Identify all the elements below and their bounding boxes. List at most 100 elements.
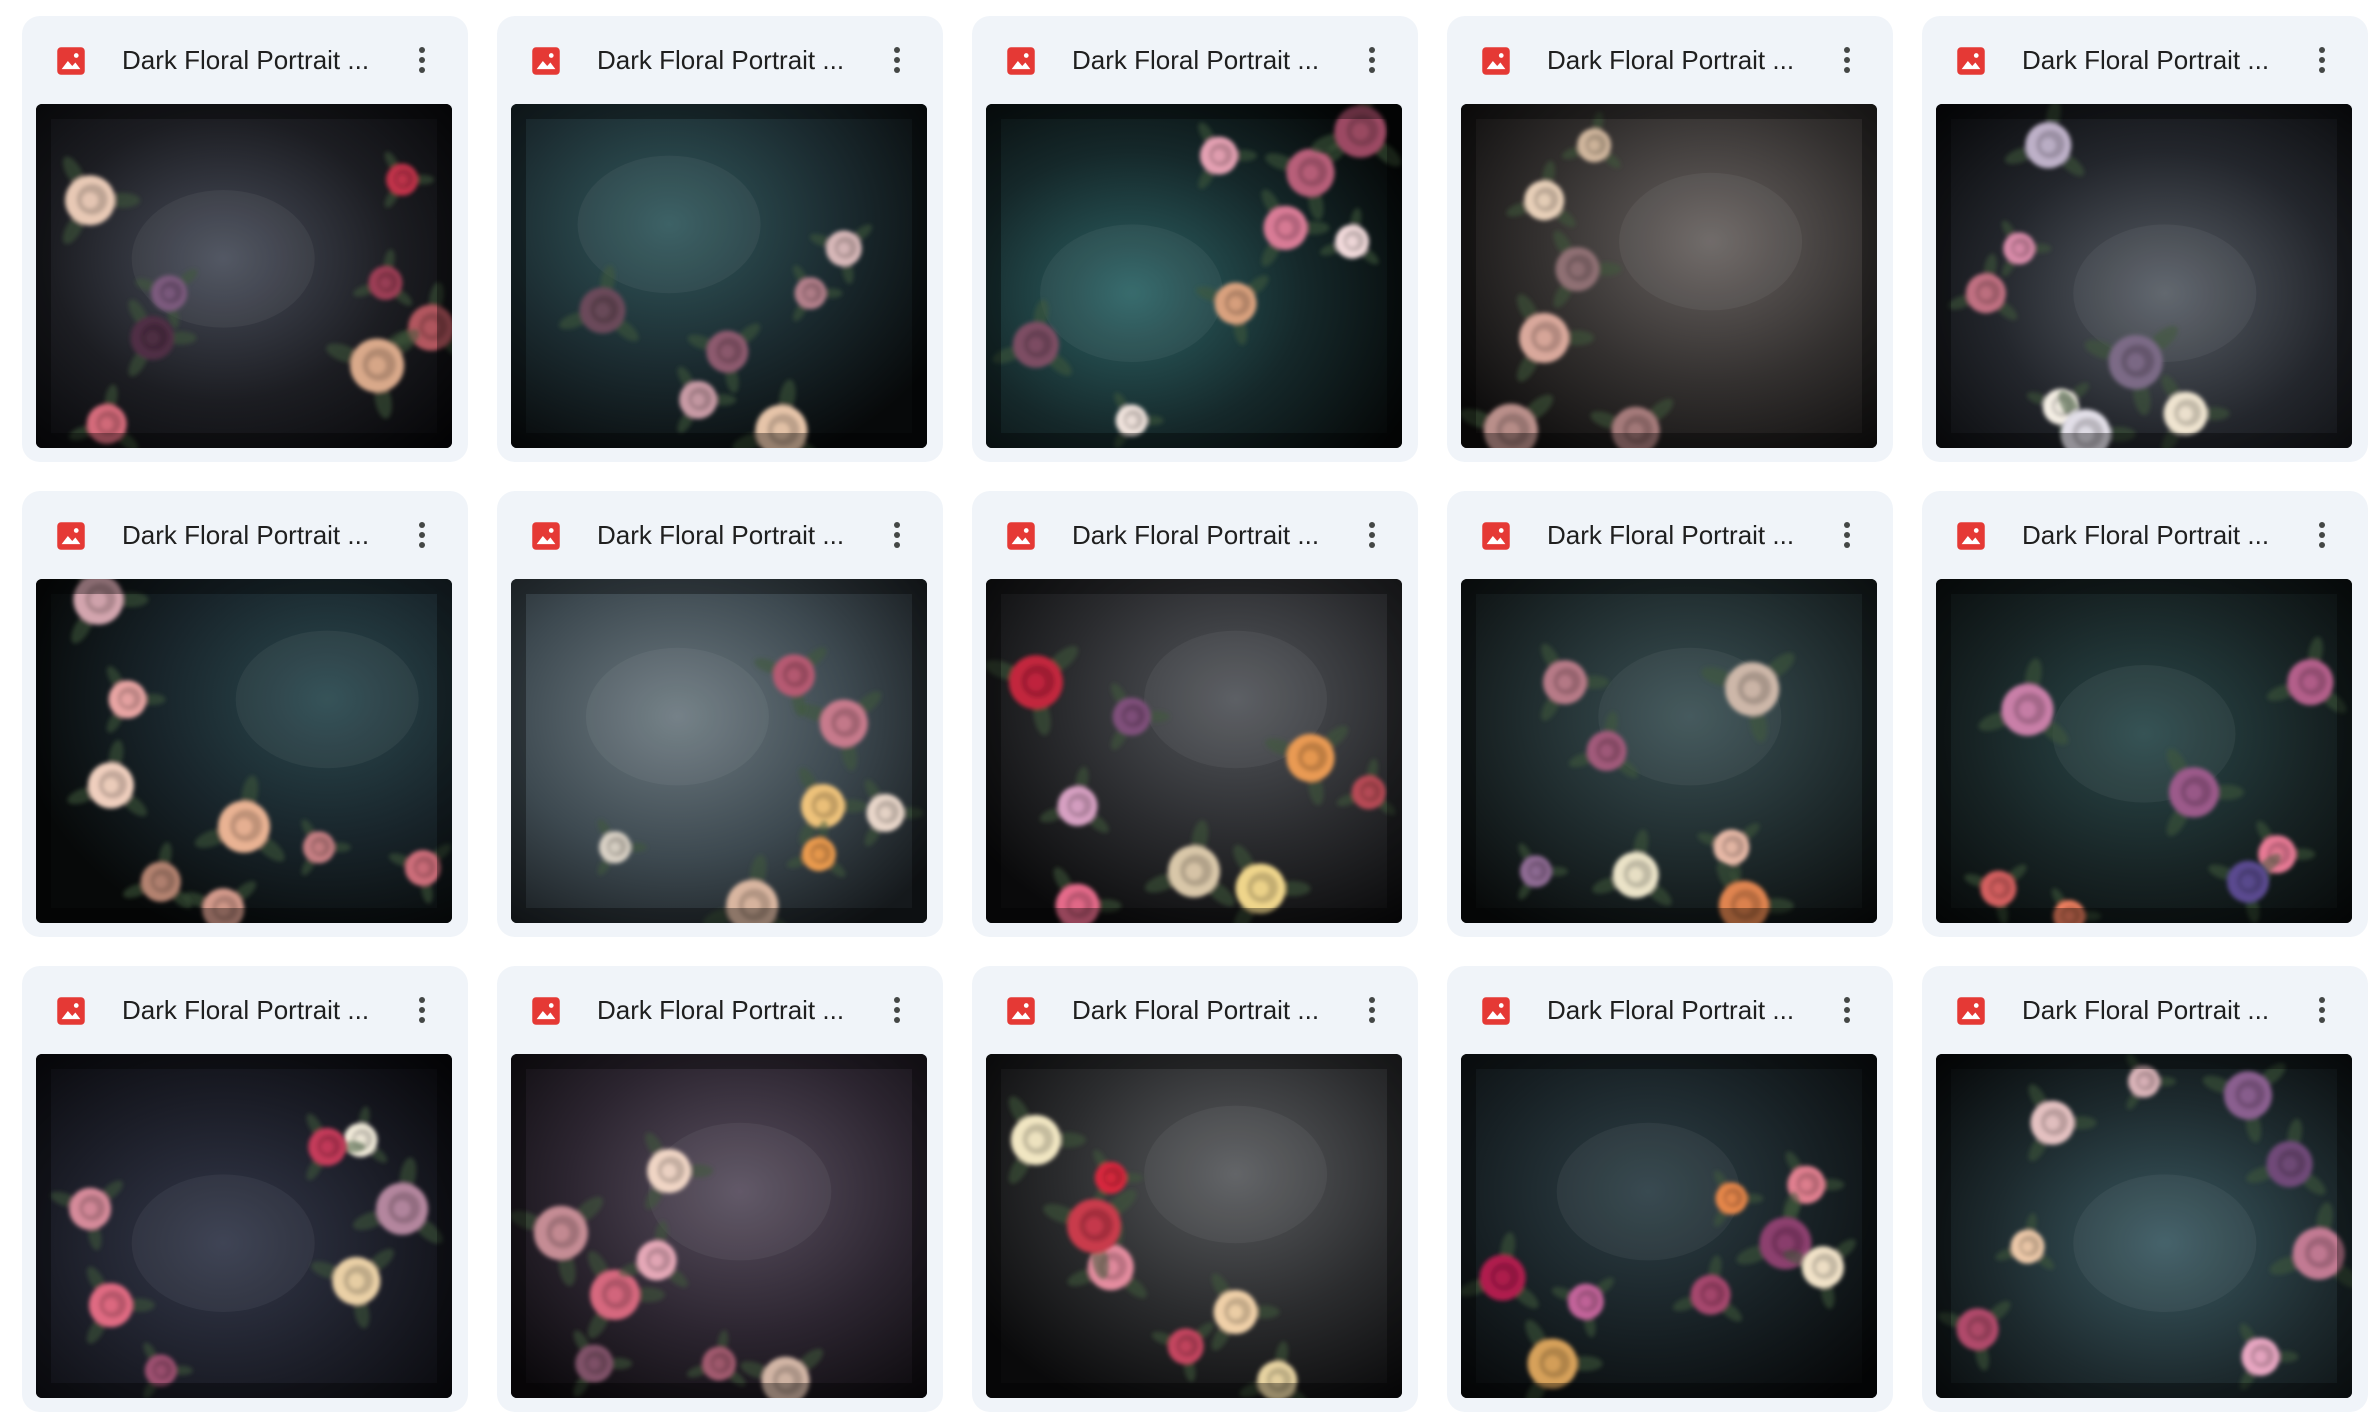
- more-options-button[interactable]: [2298, 36, 2346, 84]
- file-name[interactable]: Dark Floral Portrait ...: [1072, 43, 1332, 77]
- more-options-button[interactable]: [1823, 986, 1871, 1034]
- file-card[interactable]: Dark Floral Portrait ...: [972, 966, 1418, 1412]
- file-name[interactable]: Dark Floral Portrait ...: [122, 518, 382, 552]
- image-thumbnail[interactable]: [36, 1054, 452, 1398]
- file-name[interactable]: Dark Floral Portrait ...: [2022, 518, 2282, 552]
- more-vert-icon: [1369, 522, 1375, 548]
- file-card[interactable]: Dark Floral Portrait ...: [497, 966, 943, 1412]
- image-thumbnail[interactable]: [511, 104, 927, 448]
- more-options-button[interactable]: [1823, 511, 1871, 559]
- more-options-button[interactable]: [873, 36, 921, 84]
- file-card[interactable]: Dark Floral Portrait ...: [972, 491, 1418, 937]
- file-card[interactable]: Dark Floral Portrait ...: [972, 16, 1418, 462]
- file-card[interactable]: Dark Floral Portrait ...: [1447, 16, 1893, 462]
- more-vert-icon: [419, 47, 425, 73]
- image-file-icon: [531, 46, 561, 76]
- image-file-icon: [56, 996, 86, 1026]
- image-thumbnail[interactable]: [1936, 104, 2352, 448]
- file-card-header[interactable]: Dark Floral Portrait ...: [497, 491, 943, 579]
- file-name[interactable]: Dark Floral Portrait ...: [597, 993, 857, 1027]
- file-card[interactable]: Dark Floral Portrait ...: [1922, 491, 2368, 937]
- image-file-icon: [1481, 46, 1511, 76]
- file-card[interactable]: Dark Floral Portrait ...: [1447, 966, 1893, 1412]
- thumbnail-background: [36, 579, 452, 923]
- more-options-button[interactable]: [398, 986, 446, 1034]
- file-card[interactable]: Dark Floral Portrait ...: [1922, 16, 2368, 462]
- more-vert-icon: [419, 522, 425, 548]
- file-card-header[interactable]: Dark Floral Portrait ...: [1447, 966, 1893, 1054]
- file-card-header[interactable]: Dark Floral Portrait ...: [972, 491, 1418, 579]
- file-card-header[interactable]: Dark Floral Portrait ...: [1447, 491, 1893, 579]
- image-file-icon: [1956, 521, 1986, 551]
- more-options-button[interactable]: [398, 36, 446, 84]
- image-file-icon: [1481, 521, 1511, 551]
- file-grid: Dark Floral Portrait ... Dark Floral Por…: [22, 16, 2368, 1412]
- file-name[interactable]: Dark Floral Portrait ...: [597, 43, 857, 77]
- image-file-icon: [1006, 521, 1036, 551]
- file-card-header[interactable]: Dark Floral Portrait ...: [497, 16, 943, 104]
- image-thumbnail[interactable]: [511, 579, 927, 923]
- more-vert-icon: [1844, 522, 1850, 548]
- image-file-icon: [531, 996, 561, 1026]
- file-card-header[interactable]: Dark Floral Portrait ...: [1922, 491, 2368, 579]
- file-name[interactable]: Dark Floral Portrait ...: [1547, 993, 1807, 1027]
- more-options-button[interactable]: [873, 511, 921, 559]
- file-card[interactable]: Dark Floral Portrait ...: [497, 16, 943, 462]
- image-thumbnail[interactable]: [1461, 579, 1877, 923]
- more-vert-icon: [1844, 997, 1850, 1023]
- file-name[interactable]: Dark Floral Portrait ...: [597, 518, 857, 552]
- file-card-header[interactable]: Dark Floral Portrait ...: [1922, 966, 2368, 1054]
- image-thumbnail[interactable]: [1461, 104, 1877, 448]
- file-card[interactable]: Dark Floral Portrait ...: [1447, 491, 1893, 937]
- image-file-icon: [1006, 996, 1036, 1026]
- image-thumbnail[interactable]: [511, 1054, 927, 1398]
- image-thumbnail[interactable]: [986, 104, 1402, 448]
- file-name[interactable]: Dark Floral Portrait ...: [122, 993, 382, 1027]
- file-name[interactable]: Dark Floral Portrait ...: [1072, 518, 1332, 552]
- image-thumbnail[interactable]: [36, 104, 452, 448]
- image-thumbnail[interactable]: [36, 579, 452, 923]
- more-options-button[interactable]: [1348, 511, 1396, 559]
- image-file-icon: [56, 46, 86, 76]
- file-card-header[interactable]: Dark Floral Portrait ...: [1447, 16, 1893, 104]
- file-card[interactable]: Dark Floral Portrait ...: [22, 491, 468, 937]
- more-vert-icon: [894, 997, 900, 1023]
- more-vert-icon: [2319, 997, 2325, 1023]
- more-options-button[interactable]: [1823, 36, 1871, 84]
- file-card[interactable]: Dark Floral Portrait ...: [22, 966, 468, 1412]
- file-card-header[interactable]: Dark Floral Portrait ...: [22, 16, 468, 104]
- file-card-header[interactable]: Dark Floral Portrait ...: [972, 16, 1418, 104]
- image-file-icon: [1006, 46, 1036, 76]
- more-options-button[interactable]: [2298, 986, 2346, 1034]
- file-name[interactable]: Dark Floral Portrait ...: [122, 43, 382, 77]
- file-card-header[interactable]: Dark Floral Portrait ...: [972, 966, 1418, 1054]
- more-options-button[interactable]: [2298, 511, 2346, 559]
- more-vert-icon: [894, 47, 900, 73]
- image-thumbnail[interactable]: [1936, 579, 2352, 923]
- file-card-header[interactable]: Dark Floral Portrait ...: [1922, 16, 2368, 104]
- file-name[interactable]: Dark Floral Portrait ...: [2022, 43, 2282, 77]
- image-thumbnail[interactable]: [1461, 1054, 1877, 1398]
- image-file-icon: [56, 521, 86, 551]
- file-name[interactable]: Dark Floral Portrait ...: [1072, 993, 1332, 1027]
- more-options-button[interactable]: [873, 986, 921, 1034]
- image-thumbnail[interactable]: [986, 579, 1402, 923]
- image-file-icon: [1481, 996, 1511, 1026]
- file-name[interactable]: Dark Floral Portrait ...: [1547, 43, 1807, 77]
- file-card[interactable]: Dark Floral Portrait ...: [22, 16, 468, 462]
- file-card[interactable]: Dark Floral Portrait ...: [1922, 966, 2368, 1412]
- image-thumbnail[interactable]: [1936, 1054, 2352, 1398]
- more-vert-icon: [2319, 522, 2325, 548]
- file-name[interactable]: Dark Floral Portrait ...: [2022, 993, 2282, 1027]
- image-file-icon: [1956, 46, 1986, 76]
- file-name[interactable]: Dark Floral Portrait ...: [1547, 518, 1807, 552]
- image-thumbnail[interactable]: [986, 1054, 1402, 1398]
- file-card-header[interactable]: Dark Floral Portrait ...: [497, 966, 943, 1054]
- file-card-header[interactable]: Dark Floral Portrait ...: [22, 966, 468, 1054]
- more-options-button[interactable]: [1348, 36, 1396, 84]
- more-options-button[interactable]: [1348, 986, 1396, 1034]
- more-options-button[interactable]: [398, 511, 446, 559]
- file-card[interactable]: Dark Floral Portrait ...: [497, 491, 943, 937]
- file-card-header[interactable]: Dark Floral Portrait ...: [22, 491, 468, 579]
- more-vert-icon: [1369, 47, 1375, 73]
